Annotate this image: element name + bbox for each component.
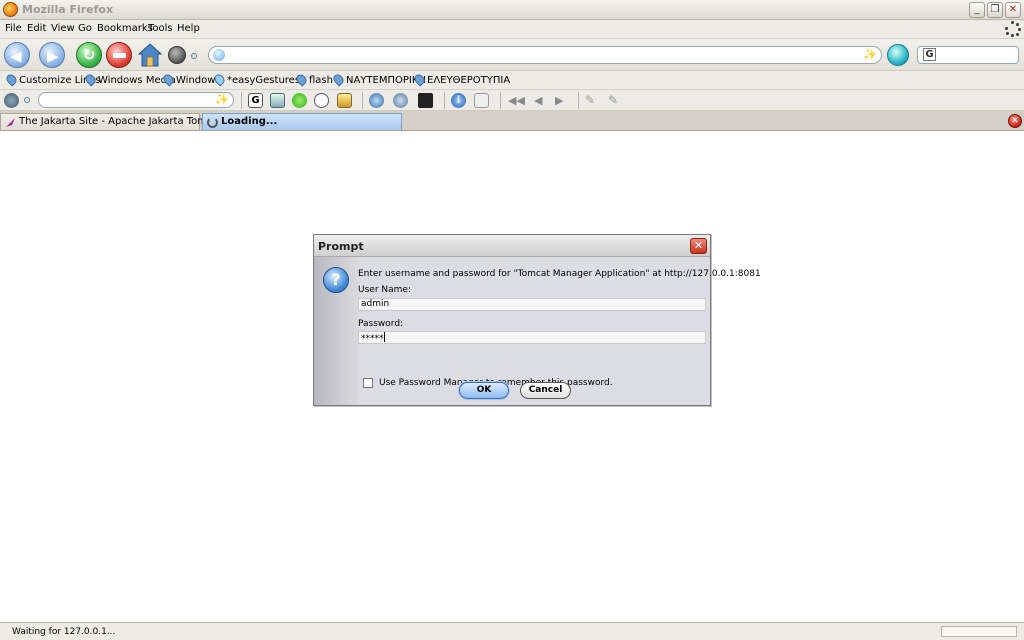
bookmark-item[interactable]: ΝΑΥΤΕΜΠΟΡΙΚΗ (331, 72, 426, 87)
menu-view[interactable]: View (51, 23, 75, 34)
bookmark-star-icon[interactable]: ✨ (863, 48, 877, 61)
export-icon[interactable] (474, 93, 489, 108)
previous-icon[interactable]: ◀ (534, 93, 549, 108)
back-button[interactable]: ◀ (4, 42, 30, 68)
speech-bubble-icon[interactable] (314, 93, 329, 108)
firefox-logo-icon (3, 2, 18, 17)
toolbar-separator (241, 92, 242, 109)
username-field[interactable]: admin (358, 298, 706, 311)
username-label: User Name: (358, 285, 411, 295)
extension-search-input[interactable]: ✨ (38, 92, 234, 108)
toolbar-separator (500, 92, 501, 109)
close-tab-icon[interactable]: ✕ (1008, 114, 1022, 128)
title-bar: Mozilla Firefox _ ❐ ✕ (0, 0, 1024, 20)
stop-icon (113, 53, 126, 58)
close-window-button[interactable]: ✕ (1005, 2, 1021, 18)
search-star-icon[interactable]: ✨ (215, 93, 229, 106)
restore-button[interactable]: ❐ (987, 2, 1003, 18)
bookmark-pin-icon (161, 72, 176, 87)
menu-tools[interactable]: Tools (148, 23, 173, 34)
next-icon[interactable]: ▶ (555, 93, 570, 108)
google-icon[interactable]: G (248, 93, 263, 108)
prompt-dialog: Prompt ✕ ? Enter username and password f… (313, 234, 761, 406)
bookmark-pin-icon (4, 72, 19, 87)
password-label: Password: (358, 319, 404, 329)
bookmark-item[interactable]: flash (294, 72, 333, 87)
info-icon[interactable]: i (451, 93, 466, 108)
menu-help[interactable]: Help (177, 23, 200, 34)
pen-icon[interactable]: ✎ (585, 93, 600, 108)
search-links-icon[interactable] (393, 93, 408, 108)
ok-button[interactable]: OK (459, 382, 509, 399)
status-text: Waiting for 127.0.0.1... (12, 627, 116, 637)
dialog-title-bar: Prompt ✕ (314, 235, 710, 257)
highlight-icon[interactable] (270, 93, 285, 108)
forward-button[interactable]: ▶ (39, 42, 65, 68)
url-bar[interactable]: ✨ (208, 46, 882, 64)
forward-arrow-icon: ▶ (47, 47, 59, 65)
menu-go[interactable]: Go (78, 23, 92, 34)
toolbar-separator (578, 92, 579, 109)
dropdown-dot-icon[interactable] (24, 97, 30, 103)
reload-button[interactable]: ↻ (76, 42, 102, 68)
stop-button[interactable] (106, 42, 132, 68)
tab-jakarta[interactable]: The Jakarta Site - Apache Jakarta Tomcat (0, 113, 223, 130)
back-arrow-icon: ◀ (10, 47, 22, 65)
window-title: Mozilla Firefox (22, 3, 114, 16)
password-field[interactable]: ***** (358, 331, 706, 344)
bookmark-pin-icon (412, 72, 427, 87)
search-bar[interactable]: G (917, 46, 1019, 64)
text-caret (383, 332, 385, 342)
search-users-icon[interactable] (369, 93, 384, 108)
rewind-icon[interactable]: ◀◀ (508, 93, 525, 108)
minimize-button[interactable]: _ (969, 2, 985, 18)
feather-icon (6, 118, 15, 127)
go-button[interactable] (887, 44, 909, 66)
bookmark-pin-icon (83, 72, 98, 87)
dictionary-icon[interactable] (337, 93, 352, 108)
globe-icon[interactable] (168, 46, 186, 64)
dialog-sidebar: ? (314, 257, 358, 405)
bookmark-pin-icon (294, 72, 309, 87)
graduation-icon[interactable] (418, 93, 433, 108)
dialog-close-button[interactable]: ✕ (690, 238, 707, 254)
reload-icon: ↻ (83, 46, 96, 64)
home-button[interactable] (137, 42, 163, 68)
bookmark-pin-icon (212, 72, 227, 87)
bookmark-pin-icon (331, 72, 346, 87)
tab-loading[interactable]: Loading... (202, 113, 402, 130)
eraser-icon[interactable]: ✎ (608, 93, 623, 108)
google-search-icon[interactable]: G (923, 48, 936, 61)
progress-meter (941, 626, 1017, 637)
bookmark-item[interactable]: Windows (161, 72, 221, 87)
menu-bookmarks[interactable]: Bookmarks (97, 23, 153, 34)
remember-password-checkbox[interactable] (363, 378, 373, 388)
menu-file[interactable]: File (5, 23, 22, 34)
status-bar: Waiting for 127.0.0.1... (0, 622, 1024, 640)
bookmark-item[interactable]: ΕΛΕΥΘΕΡΟΤΥΠΙΑ (412, 72, 510, 87)
question-icon: ? (323, 267, 349, 293)
menu-edit[interactable]: Edit (27, 23, 46, 34)
cancel-button[interactable]: Cancel (520, 382, 571, 399)
clover-icon[interactable] (292, 93, 307, 108)
home-icon (137, 43, 163, 67)
dropdown-dot-icon[interactable] (191, 53, 197, 59)
bookmarks-toolbar: Customize Links Windows Media Windows *e… (0, 71, 1024, 90)
activity-throbber-icon (1005, 21, 1021, 37)
dialog-message: Enter username and password for "Tomcat … (358, 269, 761, 279)
bookmark-item[interactable]: *easyGestures* (212, 72, 305, 87)
toolbar-separator (444, 92, 445, 109)
dialog-title: Prompt (318, 240, 364, 253)
loading-spinner-icon (207, 117, 218, 128)
menu-bar: File Edit View Go Bookmarks Tools Help (0, 20, 1024, 39)
toolbar-separator (362, 92, 363, 109)
page-globe-icon (213, 49, 225, 61)
translate-icon[interactable] (4, 93, 19, 108)
